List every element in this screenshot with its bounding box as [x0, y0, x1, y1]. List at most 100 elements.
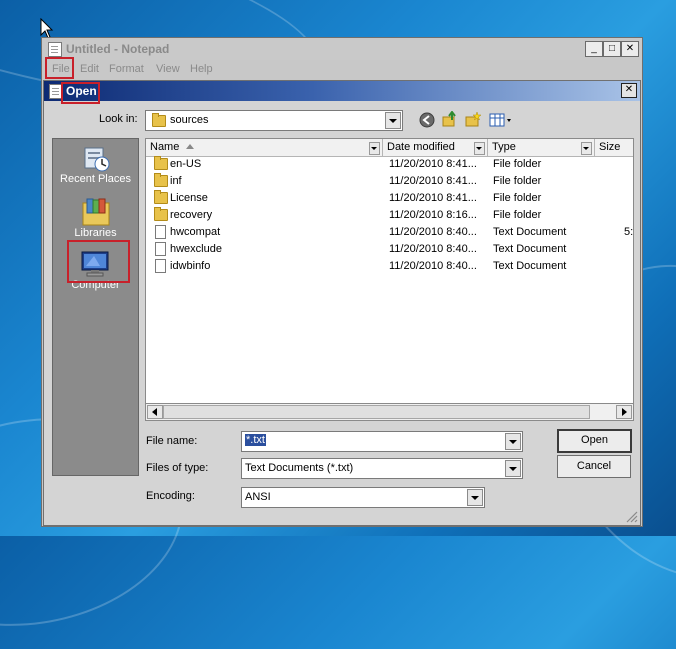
up-folder-icon[interactable] — [442, 111, 458, 127]
chevron-down-icon[interactable] — [505, 460, 521, 477]
file-date: 11/20/2010 8:41... — [389, 158, 477, 170]
file-name-value: *.txt — [245, 434, 266, 446]
file-type: File folder — [493, 209, 542, 221]
file-type: Text Document — [493, 243, 567, 255]
libraries-icon — [82, 198, 109, 226]
view-menu-icon[interactable] — [489, 112, 513, 128]
file-name: hwcompat — [170, 226, 221, 238]
place-recent-places[interactable]: Recent Places — [53, 145, 138, 191]
menu-help[interactable]: Help — [190, 63, 213, 75]
file-type: File folder — [493, 175, 542, 187]
column-header-date[interactable]: Date modified — [383, 139, 488, 157]
computer-place-highlight — [67, 240, 130, 283]
file-list: Name Date modified Type Size en-US 11/20… — [145, 138, 634, 421]
horizontal-scrollbar[interactable] — [145, 403, 634, 421]
file-type: File folder — [493, 158, 542, 170]
file-name-label: File name: — [146, 435, 198, 447]
menu-view[interactable]: View — [156, 63, 180, 75]
dialog-close-button[interactable]: ✕ — [621, 83, 637, 98]
column-header-size[interactable]: Size — [595, 139, 633, 157]
column-date-label: Date modified — [387, 141, 455, 153]
notepad-window-title: Untitled - Notepad — [66, 42, 170, 56]
list-item[interactable]: License 11/20/2010 8:41... File folder — [146, 190, 633, 207]
open-dialog: Open ✕ Look in: sources Recent Places Li… — [43, 80, 641, 526]
list-item[interactable]: idwbinfo 11/20/2010 8:40... Text Documen… — [146, 258, 633, 275]
column-type-label: Type — [492, 141, 516, 153]
list-item[interactable]: hwcompat 11/20/2010 8:40... Text Documen… — [146, 224, 633, 241]
folder-icon — [154, 156, 168, 170]
files-of-type-select[interactable]: Text Documents (*.txt) — [241, 458, 523, 479]
text-file-icon — [155, 225, 166, 239]
file-name: en-US — [170, 158, 202, 170]
cancel-button[interactable]: Cancel — [557, 455, 631, 478]
open-button[interactable]: Open — [557, 429, 632, 453]
folder-icon — [154, 190, 168, 204]
list-item[interactable]: inf 11/20/2010 8:41... File folder — [146, 173, 633, 190]
sort-up-icon — [186, 144, 194, 149]
file-type: Text Document — [493, 260, 567, 272]
back-icon[interactable] — [419, 112, 435, 128]
menu-format[interactable]: Format — [109, 63, 144, 75]
encoding-select[interactable]: ANSI — [241, 487, 485, 508]
list-item[interactable]: en-US 11/20/2010 8:41... File folder — [146, 156, 633, 173]
new-folder-icon[interactable] — [465, 111, 481, 127]
resize-grip-icon[interactable] — [624, 509, 638, 523]
files-of-type-value: Text Documents (*.txt) — [245, 462, 354, 474]
notepad-menu-bar: File Edit Format View Help — [42, 60, 642, 78]
list-item[interactable]: hwexclude 11/20/2010 8:40... Text Docume… — [146, 241, 633, 258]
notepad-title-bar[interactable]: Untitled - Notepad _ □ ✕ — [42, 38, 642, 60]
folder-icon — [154, 173, 168, 187]
column-header-type[interactable]: Type — [488, 139, 595, 157]
look-in-combo[interactable]: sources — [145, 110, 403, 131]
chevron-down-icon[interactable] — [385, 112, 401, 129]
look-in-label: Look in: — [99, 113, 138, 125]
place-libraries[interactable]: Libraries — [53, 197, 138, 243]
place-label-libraries: Libraries — [74, 227, 117, 239]
places-bar: Recent Places Libraries Computer — [52, 138, 139, 476]
file-date: 11/20/2010 8:40... — [389, 243, 477, 255]
file-type: File folder — [493, 192, 542, 204]
place-label-recent-places: Recent Places — [60, 173, 131, 185]
arrow-right-icon — [622, 408, 627, 416]
chevron-down-icon[interactable] — [467, 489, 483, 506]
column-header-name[interactable]: Name — [146, 139, 383, 157]
file-date: 11/20/2010 8:16... — [389, 209, 477, 221]
chevron-down-icon[interactable] — [505, 433, 521, 450]
close-button[interactable]: ✕ — [621, 41, 639, 57]
file-size: 5: — [624, 226, 634, 238]
file-name-input[interactable]: *.txt — [241, 431, 523, 452]
maximize-button[interactable]: □ — [603, 41, 621, 57]
scroll-left-button[interactable] — [147, 405, 163, 419]
file-name: hwexclude — [170, 243, 222, 255]
minimize-button[interactable]: _ — [585, 41, 603, 57]
notepad-app-icon — [48, 42, 62, 57]
file-type: Text Document — [493, 226, 567, 238]
column-type-filter-button[interactable] — [581, 142, 592, 155]
column-name-filter-button[interactable] — [369, 142, 380, 155]
open-title-highlight — [61, 82, 100, 104]
scroll-right-button[interactable] — [616, 405, 632, 419]
file-name: inf — [170, 175, 182, 187]
arrow-left-icon — [152, 408, 157, 416]
text-file-icon — [155, 242, 166, 256]
file-date: 11/20/2010 8:41... — [389, 175, 477, 187]
files-of-type-label: Files of type: — [146, 462, 209, 474]
list-item[interactable]: recovery 11/20/2010 8:16... File folder — [146, 207, 633, 224]
folder-icon — [154, 207, 168, 221]
column-size-label: Size — [599, 141, 621, 153]
recent-places-icon — [84, 147, 109, 172]
folder-icon — [152, 113, 166, 127]
file-name: License — [170, 192, 208, 204]
open-dialog-title-bar[interactable]: Open ✕ — [44, 81, 640, 101]
file-date: 11/20/2010 8:40... — [389, 226, 477, 238]
text-file-icon — [155, 259, 166, 273]
encoding-label: Encoding: — [146, 490, 195, 502]
file-name: recovery — [170, 209, 213, 221]
menu-edit[interactable]: Edit — [80, 63, 99, 75]
scroll-thumb[interactable] — [163, 405, 590, 419]
file-name: idwbinfo — [170, 260, 211, 272]
encoding-value: ANSI — [245, 491, 271, 503]
look-in-value: sources — [170, 114, 209, 126]
column-name-label: Name — [150, 141, 180, 153]
column-date-filter-button[interactable] — [474, 142, 485, 155]
